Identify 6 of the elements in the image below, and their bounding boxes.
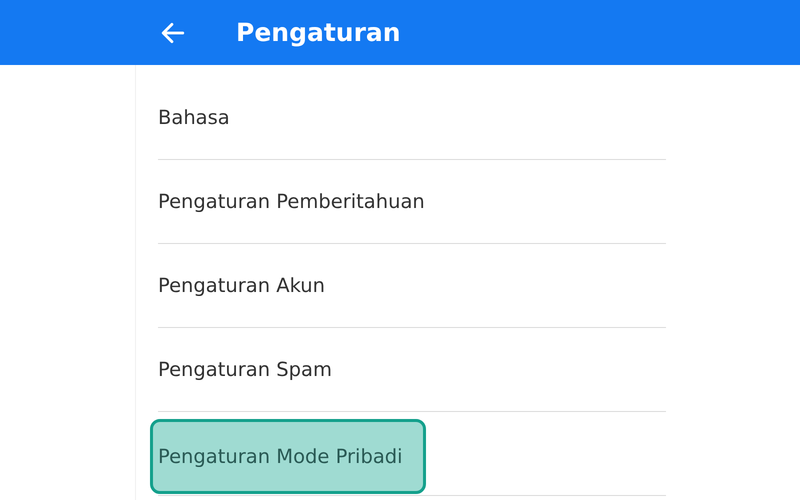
settings-item[interactable]: Bahasa xyxy=(158,106,230,129)
settings-item[interactable]: Pengaturan Pemberitahuan xyxy=(158,190,425,213)
settings-item[interactable]: Pengaturan Mode Pribadi xyxy=(150,419,426,494)
settings-item[interactable]: Pengaturan Akun xyxy=(158,274,326,297)
settings-item[interactable]: Pengaturan Spam xyxy=(158,358,332,381)
screen-title: Pengaturan xyxy=(236,18,401,47)
